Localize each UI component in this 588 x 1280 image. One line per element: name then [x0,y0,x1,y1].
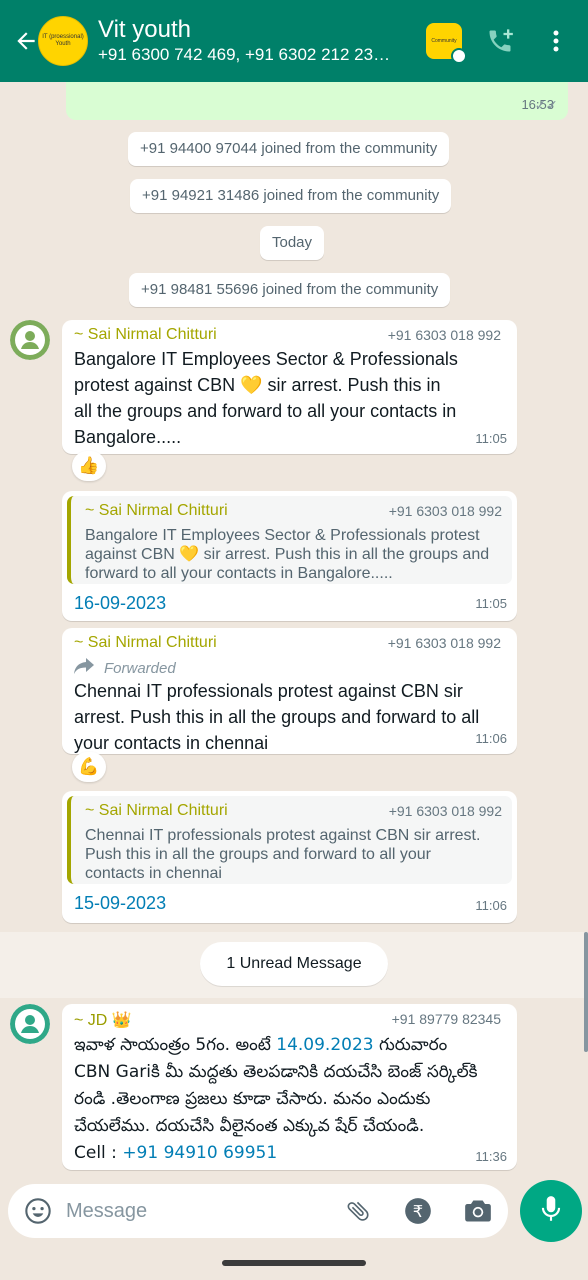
message-time: 11:06 [475,731,507,746]
message-time: 11:05 [475,596,507,611]
incoming-message[interactable]: ~ Sai Nirmal Chitturi +91 6303 018 992 B… [62,320,517,454]
system-message: +91 94400 97044 joined from the communit… [128,132,450,166]
quoted-text: Chennai IT professionals protest against… [85,827,481,882]
community-badge-text: Community [431,38,457,44]
outgoing-message[interactable]: 16:53 ✓✓ [66,82,568,120]
voice-message-button[interactable] [520,1180,582,1242]
quoted-phone: +91 6303 018 992 [388,503,502,519]
reaction-flexed-biceps-icon[interactable]: 💪 [72,752,106,782]
quoted-message[interactable]: ~ Sai Nirmal Chitturi +91 6303 018 992 C… [67,796,512,884]
chat-area: 16:53 ✓✓ +91 94400 97044 joined from the… [0,82,588,1178]
avatar[interactable] [10,320,50,360]
forwarded-label: Forwarded [74,658,176,678]
quoted-message[interactable]: ~ Sai Nirmal Chitturi +91 6303 018 992 B… [67,496,512,584]
system-nav-bar [0,1248,588,1280]
unread-count-badge: 1 Unread Message [200,942,388,986]
more-options-icon[interactable] [534,19,578,63]
incoming-message[interactable]: ~ JD 👑 +91 89779 82345 ఇవాళ సాయంత్రం 5గం… [62,1004,517,1170]
emoji-icon[interactable] [16,1189,60,1233]
message-time: 11:06 [475,898,507,913]
chat-members: +91 6300 742 469, +91 6302 212 23… [98,45,391,64]
chat-title: Vit youth [98,16,191,43]
double-tick-icon: ✓✓ [534,97,558,113]
message-composer: ₹ [8,1184,508,1238]
payment-rupee-icon[interactable]: ₹ [396,1189,440,1233]
message-time: 11:05 [475,431,507,446]
sender-name[interactable]: ~ Sai Nirmal Chitturi [74,326,217,344]
group-avatar-text: IT (proessional) Youth [42,34,84,47]
incoming-message[interactable]: ~ Sai Nirmal Chitturi +91 6303 018 992 C… [62,791,517,923]
message-input[interactable] [66,1199,336,1223]
microphone-icon [538,1194,564,1229]
quoted-phone: +91 6303 018 992 [388,803,502,819]
quoted-sender: ~ Sai Nirmal Chitturi [85,802,228,819]
scrollbar[interactable] [584,932,588,1052]
message-time: 11:36 [475,1149,507,1164]
forward-arrow-icon [74,658,94,678]
date-link[interactable]: 16-09-2023 [74,593,166,614]
add-call-icon[interactable] [478,19,522,63]
group-avatar[interactable]: IT (proessional) Youth [38,16,88,66]
date-divider: Today [260,226,325,260]
camera-icon[interactable] [456,1189,500,1233]
home-gesture-bar[interactable] [222,1260,366,1266]
message-text: Chennai IT professionals protest against… [74,681,480,753]
incoming-message[interactable]: ~ Sai Nirmal Chitturi +91 6303 018 992 F… [62,628,517,754]
date-link[interactable]: 15-09-2023 [74,893,166,914]
sender-name[interactable]: ~ JD 👑 [74,1010,132,1030]
sender-phone: +91 6303 018 992 [387,635,501,651]
community-icon[interactable]: Community [422,19,467,64]
unread-divider: 1 Unread Message [0,932,588,998]
quoted-sender: ~ Sai Nirmal Chitturi [85,502,228,519]
sender-name[interactable]: ~ Sai Nirmal Chitturi [74,634,217,652]
date-link[interactable]: 14.09.2023 [276,1035,373,1055]
system-message: +91 94921 31486 joined from the communit… [130,179,452,213]
svg-text:₹: ₹ [413,1202,423,1221]
reaction-thumbs-up-icon[interactable]: 👍 [72,451,106,481]
chat-header: IT (proessional) Youth Vit youth +91 630… [0,0,588,82]
quoted-text: Bangalore IT Employees Sector & Professi… [85,527,490,582]
attach-icon[interactable] [336,1189,380,1233]
chat-title-area[interactable]: Vit youth +91 6300 742 469, +91 6302 212… [98,16,410,66]
system-message: +91 98481 55696 joined from the communit… [129,273,451,307]
sender-phone: +91 6303 018 992 [387,327,501,343]
sender-phone: +91 89779 82345 [391,1011,501,1027]
incoming-message[interactable]: ~ Sai Nirmal Chitturi +91 6303 018 992 B… [62,491,517,621]
message-text: ఇవాళ సాయంత్రం 5గం. అంటే 14.09.2023 గురువ… [74,1035,478,1163]
message-text: Bangalore IT Employees Sector & Professi… [74,349,458,447]
phone-link[interactable]: +91 94910 69951 [122,1143,277,1163]
avatar[interactable] [10,1004,50,1044]
